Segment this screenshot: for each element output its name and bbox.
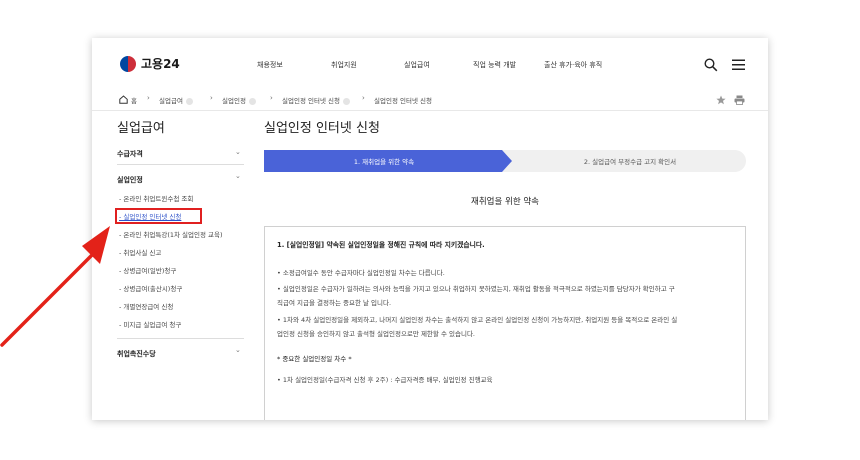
annotation-arrow-icon xyxy=(0,226,110,347)
